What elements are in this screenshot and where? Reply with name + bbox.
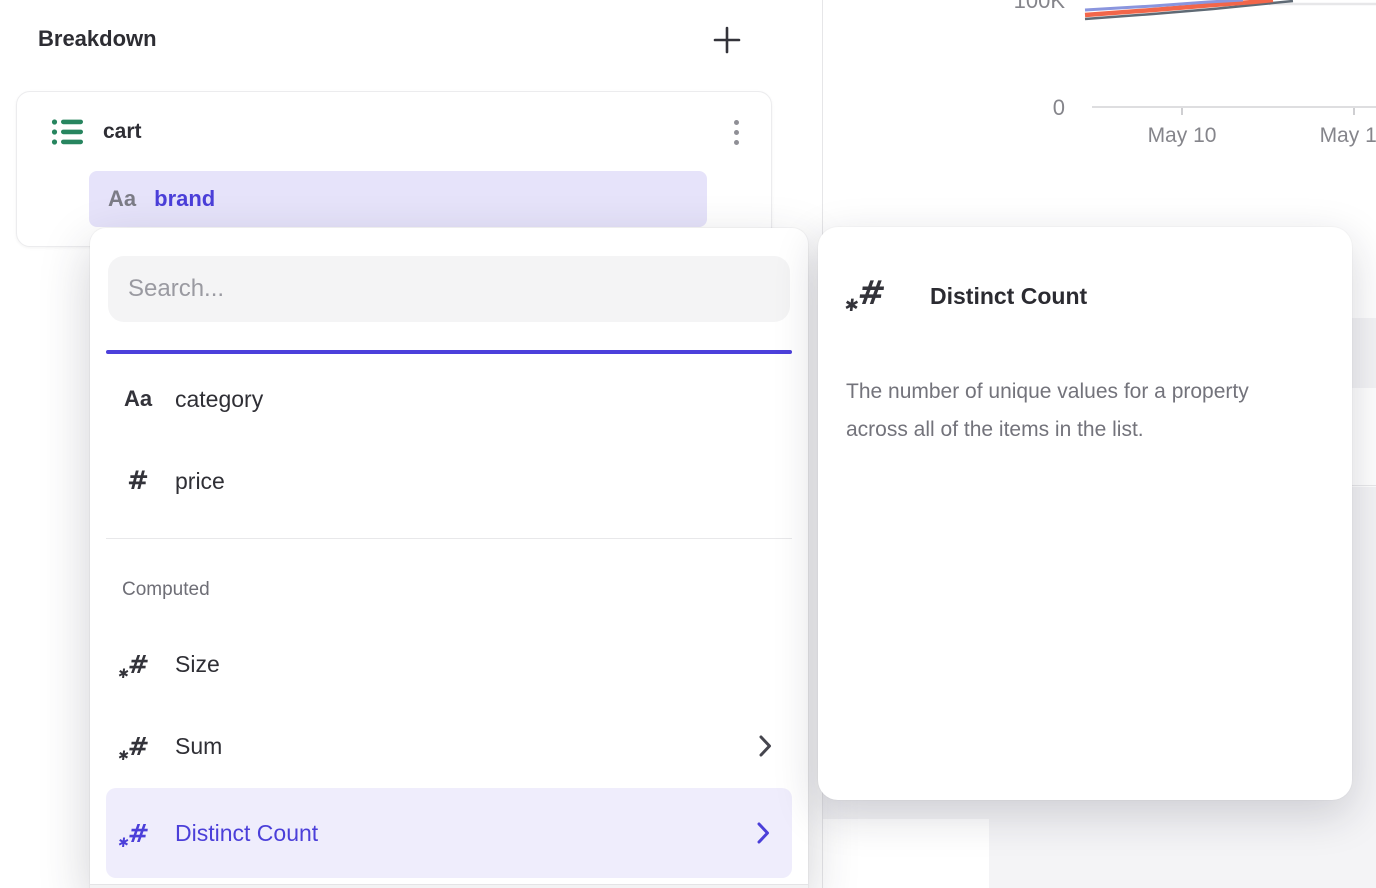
text-property-icon: Aa (108, 186, 136, 212)
computed-item-distinct-count[interactable]: #✱ Distinct Count (106, 788, 792, 878)
x-axis-line (1092, 106, 1376, 108)
plus-icon (712, 25, 742, 55)
x-axis-tickmark (1181, 108, 1183, 115)
search-input[interactable] (108, 256, 790, 322)
selected-property-name: brand (154, 186, 215, 212)
tooltip-description: The number of unique values for a proper… (846, 373, 1308, 449)
distinct-count-tooltip: #✱ Distinct Count The number of unique v… (818, 227, 1352, 800)
line-chart (823, 0, 1376, 120)
x-axis-label-may10: May 10 (1137, 124, 1227, 148)
computed-number-icon: #✱ (126, 732, 150, 761)
computed-number-icon: #✱ (126, 819, 150, 848)
computed-section-label: Computed (122, 575, 210, 605)
active-tab-indicator (106, 350, 792, 354)
number-property-icon: # (127, 466, 149, 496)
list-icon (51, 117, 83, 147)
star-icon: ✱ (117, 836, 129, 851)
star-icon: ✱ (117, 749, 129, 764)
computed-number-icon: #✱ (126, 650, 150, 679)
property-item-price[interactable]: # price (90, 440, 808, 522)
text-property-icon: Aa (124, 386, 152, 412)
chevron-right-icon (756, 822, 770, 844)
report-table-lower-band (989, 819, 1376, 888)
add-breakdown-button[interactable] (708, 22, 746, 60)
computed-label: Distinct Count (175, 820, 318, 847)
computed-item-size[interactable]: #✱ Size (90, 623, 808, 705)
breakdown-title: Breakdown (38, 26, 157, 52)
tooltip-title: Distinct Count (930, 283, 1087, 310)
computed-item-sum[interactable]: #✱ Sum (90, 705, 808, 787)
computed-label: Sum (175, 733, 222, 760)
breakdown-list-name: cart (103, 120, 142, 144)
computed-number-icon: #✱ (858, 273, 886, 313)
chevron-right-icon (758, 735, 772, 757)
breakdown-card-header: cart (51, 114, 751, 150)
x-axis-tickmark (1353, 108, 1355, 115)
kebab-icon (734, 120, 739, 125)
property-dropdown: Aa category # price Computed #✱ Size #✱ … (90, 228, 808, 888)
x-axis-label-may17: May 17 (1309, 124, 1376, 148)
computed-label: Size (175, 651, 220, 678)
breakdown-card: cart Aa brand (16, 91, 772, 247)
dropdown-divider (106, 538, 792, 539)
y-axis-tick-100k: 100K (1014, 0, 1065, 14)
card-options-button[interactable] (721, 114, 751, 150)
star-icon: ✱ (844, 296, 860, 316)
y-axis-tick-0: 0 (1053, 95, 1065, 121)
star-icon: ✱ (117, 667, 129, 682)
selected-breakdown-property[interactable]: Aa brand (89, 171, 707, 227)
property-label: price (175, 468, 225, 495)
property-item-category[interactable]: Aa category (90, 358, 808, 440)
property-label: category (175, 386, 263, 413)
